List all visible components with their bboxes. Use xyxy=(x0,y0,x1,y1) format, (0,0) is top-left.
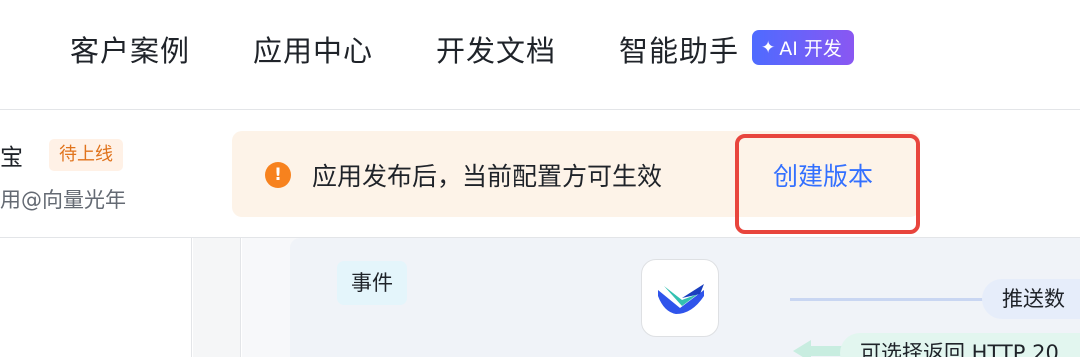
nav-customer-cases[interactable]: 客户案例 xyxy=(70,28,190,70)
top-nav: 客户案例 应用中心 开发文档 智能助手 ✦ AI 开发 xyxy=(0,0,1080,110)
return-http-node[interactable]: 可选择返回 HTTP 20 xyxy=(840,333,1080,357)
ai-badge-label: AI 开发 xyxy=(779,38,842,60)
nav-dev-docs[interactable]: 开发文档 xyxy=(436,28,556,70)
side-strip xyxy=(193,238,241,357)
ai-dev-badge[interactable]: ✦ AI 开发 xyxy=(752,30,854,65)
nav-smart-assistant[interactable]: 智能助手 xyxy=(619,28,739,70)
nav-app-center[interactable]: 应用中心 xyxy=(253,28,373,70)
sparkle-icon: ✦ xyxy=(761,37,776,58)
app-logo-icon xyxy=(641,259,719,337)
highlight-annotation-box xyxy=(735,134,920,234)
event-tag: 事件 xyxy=(337,261,407,305)
flow-connector xyxy=(790,298,990,301)
notice-text: 应用发布后，当前配置方可生效 xyxy=(312,162,663,191)
status-badge: 待上线 xyxy=(49,139,123,171)
push-data-node[interactable]: 推送数 xyxy=(982,279,1080,319)
app-owner: 用@向量光年 xyxy=(0,188,126,212)
left-panel xyxy=(0,238,192,357)
app-name: 宝 xyxy=(0,145,23,171)
warning-icon: ! xyxy=(265,162,291,188)
